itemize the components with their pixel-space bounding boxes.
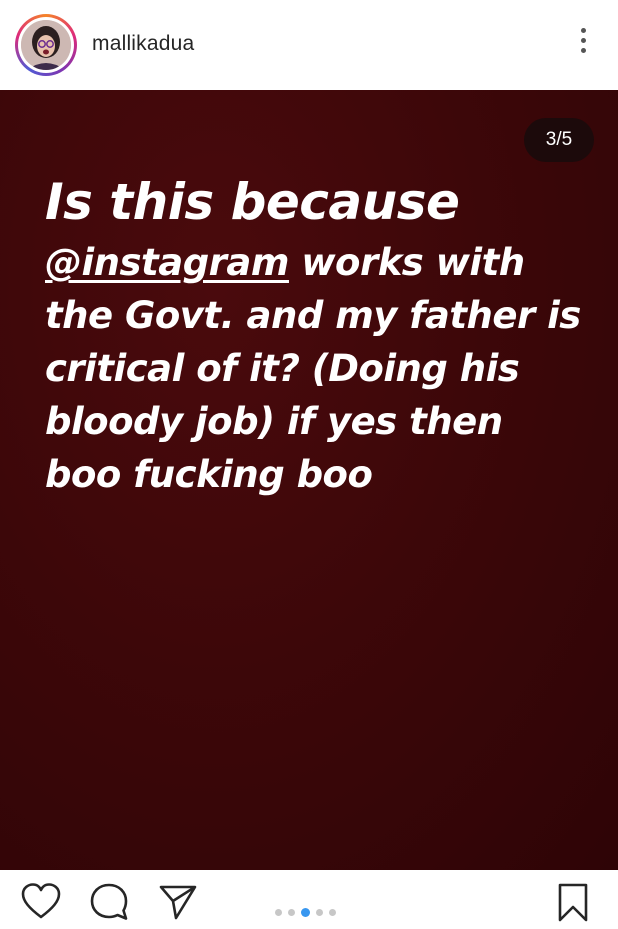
story-headline: Is this because xyxy=(45,173,460,231)
story-content[interactable]: 3/5 Is this because @instagram works wit… xyxy=(0,90,618,870)
carousel-dot xyxy=(275,909,282,917)
slide-counter: 3/5 xyxy=(524,118,594,162)
username[interactable]: mallikadua xyxy=(92,32,194,56)
carousel-dot xyxy=(329,909,336,917)
post-header: mallikadua xyxy=(0,0,618,90)
avatar-story-ring[interactable] xyxy=(15,14,77,76)
carousel-dot-active xyxy=(301,908,310,918)
carousel-dot xyxy=(288,909,295,917)
heart-icon[interactable] xyxy=(20,882,62,925)
action-bar xyxy=(0,870,618,929)
carousel-dot xyxy=(316,909,323,917)
instagram-post: mallikadua 3/5 Is this because @instagra… xyxy=(0,0,618,929)
more-options-icon[interactable] xyxy=(578,28,588,62)
story-text: Is this because @instagram works with th… xyxy=(45,168,590,501)
carousel-indicator xyxy=(275,904,342,918)
bookmark-icon[interactable] xyxy=(555,882,591,929)
avatar-border xyxy=(18,17,74,73)
avatar-image xyxy=(21,20,71,70)
mention-link[interactable]: @instagram xyxy=(45,241,289,284)
share-icon[interactable] xyxy=(157,882,199,927)
comment-icon[interactable] xyxy=(89,882,131,927)
avatar[interactable] xyxy=(21,20,71,70)
